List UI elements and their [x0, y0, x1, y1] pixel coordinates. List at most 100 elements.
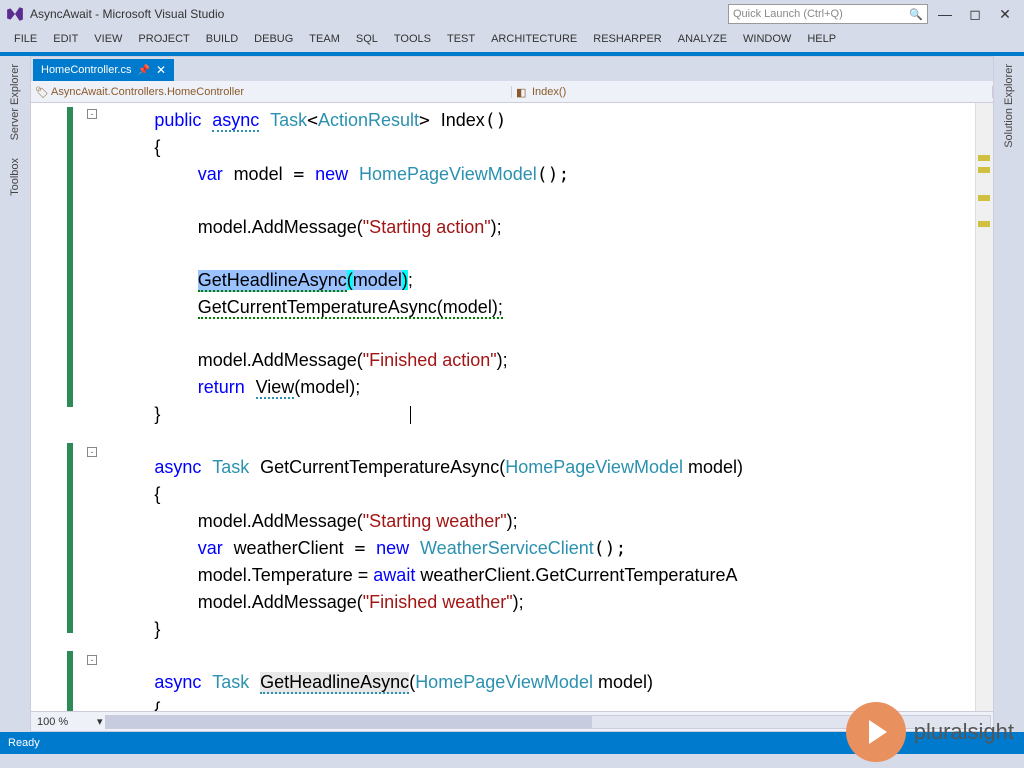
menu-file[interactable]: FILE: [6, 33, 45, 45]
string: "Finished weather": [363, 592, 513, 612]
menu-test[interactable]: TEST: [439, 33, 483, 45]
nav-member-label: Index(): [532, 86, 566, 98]
method-getcurrenttemp: GetCurrentTemperatureAsync: [260, 457, 499, 477]
server-explorer-tab[interactable]: Server Explorer: [7, 60, 23, 144]
arg: model): [593, 672, 653, 692]
maximize-button[interactable]: ◻: [962, 4, 988, 24]
menu-architecture[interactable]: ARCHITECTURE: [483, 33, 585, 45]
kw-await: await: [373, 565, 415, 585]
workarea: Server Explorer Toolbox HomeController.c…: [0, 56, 1024, 732]
menu-project[interactable]: PROJECT: [130, 33, 197, 45]
kw-async: async: [154, 457, 201, 477]
string: "Finished action": [363, 350, 497, 370]
call-getcurrenttempasync: GetCurrentTemperatureAsync(model);: [198, 297, 503, 319]
gutter: - - -: [31, 103, 87, 711]
search-icon: 🔍: [909, 8, 923, 21]
menu-window[interactable]: WINDOW: [735, 33, 799, 45]
kw-return: return: [198, 377, 245, 397]
text-cursor-icon: [410, 406, 411, 424]
brace: }: [154, 404, 160, 424]
ident: model: [198, 511, 247, 531]
right-tool-rail: Solution Explorer: [994, 56, 1024, 732]
menu-debug[interactable]: DEBUG: [246, 33, 301, 45]
track-mark: [978, 195, 990, 201]
menu-resharper[interactable]: RESHARPER: [585, 33, 669, 45]
left-tool-rail: Server Explorer Toolbox: [0, 56, 30, 732]
outline-collapse-icon[interactable]: -: [87, 655, 97, 665]
code-area[interactable]: - - - public async Task<ActionResult> In…: [31, 103, 993, 711]
track-mark: [978, 167, 990, 173]
close-icon[interactable]: ✕: [156, 63, 166, 77]
call-view: View: [256, 377, 295, 399]
ident: model: [198, 217, 247, 237]
expr: model.Temperature =: [198, 565, 374, 585]
close-button[interactable]: ✕: [992, 4, 1018, 24]
track-mark: [978, 221, 990, 227]
ident: weatherClient: [234, 538, 344, 558]
type-task: Task: [270, 110, 307, 130]
expr: weatherClient.GetCurrentTemperatureA: [415, 565, 737, 585]
change-marker: [67, 443, 73, 633]
solution-explorer-tab[interactable]: Solution Explorer: [1001, 60, 1017, 152]
outline-collapse-icon[interactable]: -: [87, 447, 97, 457]
kw-new: new: [376, 538, 409, 558]
method-index: Index: [441, 110, 485, 130]
editor-pane: HomeController.cs 📌 ✕ 🏷 AsyncAwait.Contr…: [30, 56, 994, 732]
change-marker: [67, 651, 73, 711]
navigation-bar: 🏷 AsyncAwait.Controllers.HomeController …: [31, 81, 993, 103]
document-tab-row: HomeController.cs 📌 ✕: [31, 57, 993, 81]
status-text: Ready: [8, 737, 40, 749]
call-getheadlineasync: GetHeadlineAsync: [198, 270, 347, 292]
type-hpvm: HomePageViewModel: [505, 457, 683, 477]
end: );: [491, 217, 502, 237]
pin-icon[interactable]: 📌: [137, 65, 149, 76]
call: .AddMessage(: [247, 350, 363, 370]
paren: (: [347, 270, 353, 290]
menu-team[interactable]: TEAM: [301, 33, 348, 45]
quick-launch-placeholder: Quick Launch (Ctrl+Q): [733, 8, 843, 20]
change-marker: [67, 107, 73, 407]
arg: (model);: [294, 377, 360, 397]
outline-collapse-icon[interactable]: -: [87, 109, 97, 119]
toolbox-tab[interactable]: Toolbox: [7, 154, 23, 200]
chevron-down-icon[interactable]: ▾: [97, 715, 103, 728]
ident: model: [198, 350, 247, 370]
watermark-text: pluralsight: [914, 719, 1014, 745]
zoom-dropdown[interactable]: 100 %: [37, 716, 97, 728]
end: );: [507, 511, 518, 531]
play-icon: [846, 702, 906, 762]
brace: {: [154, 137, 160, 157]
kw-new: new: [315, 164, 348, 184]
nav-member-dropdown[interactable]: ◧ Index(): [512, 86, 993, 98]
tab-homecontroller[interactable]: HomeController.cs 📌 ✕: [33, 59, 174, 81]
kw-public: public: [154, 110, 201, 130]
titlebar: AsyncAwait - Microsoft Visual Studio Qui…: [0, 0, 1024, 28]
semi: ;: [408, 270, 413, 290]
minimize-button[interactable]: —: [932, 4, 958, 24]
track-mark: [978, 155, 990, 161]
nav-type-label: AsyncAwait.Controllers.HomeController: [51, 86, 244, 98]
menu-edit[interactable]: EDIT: [45, 33, 86, 45]
call: .AddMessage(: [247, 217, 363, 237]
type-hpvm: HomePageViewModel: [415, 672, 593, 692]
scroll-thumb[interactable]: [106, 716, 592, 728]
quick-launch-input[interactable]: Quick Launch (Ctrl+Q) 🔍: [728, 4, 928, 24]
scroll-track-map[interactable]: [975, 103, 993, 711]
brace: {: [154, 484, 160, 504]
menu-sql[interactable]: SQL: [348, 33, 386, 45]
type-wsc: WeatherServiceClient: [420, 538, 594, 558]
type-task: Task: [212, 672, 249, 692]
window-title: AsyncAwait - Microsoft Visual Studio: [30, 7, 224, 21]
menubar: FILE EDIT VIEW PROJECT BUILD DEBUG TEAM …: [0, 28, 1024, 50]
arg: model): [683, 457, 743, 477]
method-icon: ◧: [516, 86, 528, 98]
tab-label: HomeController.cs: [41, 64, 131, 76]
menu-analyze[interactable]: ANALYZE: [670, 33, 735, 45]
code-text[interactable]: public async Task<ActionResult> Index() …: [87, 103, 975, 711]
nav-type-dropdown[interactable]: 🏷 AsyncAwait.Controllers.HomeController: [31, 86, 512, 98]
brace: }: [154, 619, 160, 639]
menu-tools[interactable]: TOOLS: [386, 33, 439, 45]
menu-view[interactable]: VIEW: [86, 33, 130, 45]
menu-build[interactable]: BUILD: [198, 33, 246, 45]
menu-help[interactable]: HELP: [799, 33, 844, 45]
